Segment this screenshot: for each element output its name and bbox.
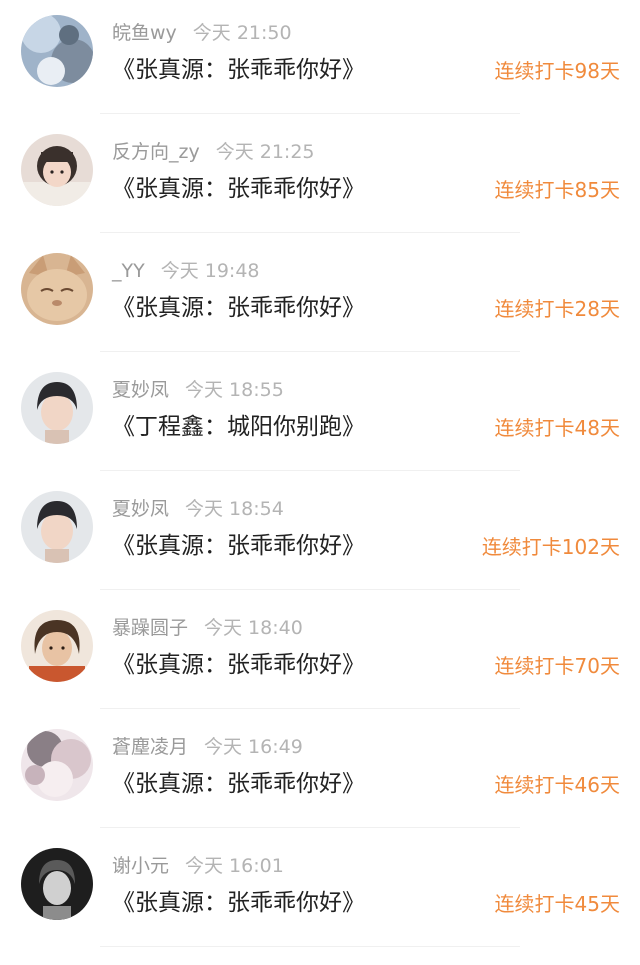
checkin-meta: _YY 今天 19:48 bbox=[112, 258, 260, 284]
streak-badge: 连续打卡98天 bbox=[494, 59, 620, 83]
cat-avatar-icon bbox=[21, 253, 93, 325]
checkin-item[interactable]: 皖鱼wy 今天 21:50 《张真源：张乖乖你好》 连续打卡98天 bbox=[0, 0, 640, 120]
avatar[interactable] bbox=[21, 134, 93, 206]
work-title[interactable]: 《丁程鑫：城阳你别跑》 bbox=[112, 412, 365, 442]
avatar[interactable] bbox=[21, 848, 93, 920]
checkin-meta: 暴躁圆子 今天 18:40 bbox=[112, 615, 303, 641]
timestamp: 今天 21:50 bbox=[192, 22, 292, 44]
checkin-meta: 皖鱼wy 今天 21:50 bbox=[112, 20, 292, 46]
checkin-item[interactable]: 夏妙凤 今天 18:54 《张真源：张乖乖你好》 连续打卡102天 bbox=[0, 476, 640, 596]
timestamp: 今天 21:25 bbox=[215, 141, 315, 163]
checkin-item[interactable]: 谢小元 今天 16:01 《张真源：张乖乖你好》 连续打卡45天 bbox=[0, 833, 640, 953]
work-title[interactable]: 《张真源：张乖乖你好》 bbox=[112, 531, 365, 561]
streak-badge: 连续打卡70天 bbox=[494, 654, 620, 678]
avatar[interactable] bbox=[21, 372, 93, 444]
boy-portrait-avatar-icon bbox=[21, 372, 93, 444]
checkin-meta: 反方向_zy 今天 21:25 bbox=[112, 139, 315, 165]
timestamp: 今天 18:55 bbox=[185, 379, 284, 401]
divider bbox=[100, 708, 520, 709]
monochrome-photo-avatar-icon bbox=[21, 848, 93, 920]
timestamp: 今天 18:40 bbox=[204, 617, 303, 639]
checkin-meta: 蒼塵凌月 今天 16:49 bbox=[112, 734, 303, 760]
timestamp: 今天 16:01 bbox=[185, 855, 284, 877]
username[interactable]: 夏妙凤 bbox=[112, 498, 169, 520]
divider bbox=[100, 827, 520, 828]
checkin-item[interactable]: 反方向_zy 今天 21:25 《张真源：张乖乖你好》 连续打卡85天 bbox=[0, 119, 640, 239]
username[interactable]: 蒼塵凌月 bbox=[112, 736, 188, 758]
streak-badge: 连续打卡45天 bbox=[494, 892, 620, 916]
streak-badge: 连续打卡48天 bbox=[494, 416, 620, 440]
work-title[interactable]: 《张真源：张乖乖你好》 bbox=[112, 650, 365, 680]
username[interactable]: _YY bbox=[112, 260, 145, 282]
username[interactable]: 夏妙凤 bbox=[112, 379, 169, 401]
checkin-meta: 谢小元 今天 16:01 bbox=[112, 853, 284, 879]
timestamp: 今天 19:48 bbox=[160, 260, 260, 282]
divider bbox=[100, 470, 520, 471]
timestamp: 今天 16:49 bbox=[204, 736, 303, 758]
divider bbox=[100, 113, 520, 114]
divider bbox=[100, 589, 520, 590]
avatar[interactable] bbox=[21, 610, 93, 682]
streak-badge: 连续打卡46天 bbox=[494, 773, 620, 797]
timestamp: 今天 18:54 bbox=[185, 498, 284, 520]
divider bbox=[100, 232, 520, 233]
checkin-item[interactable]: 暴躁圆子 今天 18:40 《张真源：张乖乖你好》 连续打卡70天 bbox=[0, 595, 640, 715]
checkin-item[interactable]: _YY 今天 19:48 《张真源：张乖乖你好》 连续打卡28天 bbox=[0, 238, 640, 358]
blurred-face-avatar-icon bbox=[21, 729, 93, 801]
checkin-meta: 夏妙凤 今天 18:54 bbox=[112, 496, 284, 522]
username[interactable]: 皖鱼wy bbox=[112, 22, 177, 44]
work-title[interactable]: 《张真源：张乖乖你好》 bbox=[112, 293, 365, 323]
avatar[interactable] bbox=[21, 15, 93, 87]
streak-badge: 连续打卡28天 bbox=[494, 297, 620, 321]
streak-badge: 连续打卡102天 bbox=[481, 535, 620, 559]
username[interactable]: 反方向_zy bbox=[112, 141, 200, 163]
divider bbox=[100, 351, 520, 352]
checkin-item[interactable]: 蒼塵凌月 今天 16:49 《张真源：张乖乖你好》 连续打卡46天 bbox=[0, 714, 640, 834]
checkin-list: 皖鱼wy 今天 21:50 《张真源：张乖乖你好》 连续打卡98天 反方向_zy 今… bbox=[0, 0, 640, 965]
avatar[interactable] bbox=[21, 491, 93, 563]
divider bbox=[100, 946, 520, 947]
work-title[interactable]: 《张真源：张乖乖你好》 bbox=[112, 769, 365, 799]
avatar[interactable] bbox=[21, 729, 93, 801]
anime-character-avatar-icon bbox=[21, 610, 93, 682]
username[interactable]: 暴躁圆子 bbox=[112, 617, 188, 639]
streak-badge: 连续打卡85天 bbox=[494, 178, 620, 202]
work-title[interactable]: 《张真源：张乖乖你好》 bbox=[112, 174, 365, 204]
checkin-meta: 夏妙凤 今天 18:55 bbox=[112, 377, 284, 403]
girl-photo-avatar-icon bbox=[21, 134, 93, 206]
boy-portrait-avatar-icon bbox=[21, 491, 93, 563]
avatar[interactable] bbox=[21, 253, 93, 325]
blurred-photo-avatar-icon bbox=[21, 15, 93, 87]
work-title[interactable]: 《张真源：张乖乖你好》 bbox=[112, 55, 365, 85]
work-title[interactable]: 《张真源：张乖乖你好》 bbox=[112, 888, 365, 918]
username[interactable]: 谢小元 bbox=[112, 855, 169, 877]
checkin-item[interactable]: 夏妙凤 今天 18:55 《丁程鑫：城阳你别跑》 连续打卡48天 bbox=[0, 357, 640, 477]
